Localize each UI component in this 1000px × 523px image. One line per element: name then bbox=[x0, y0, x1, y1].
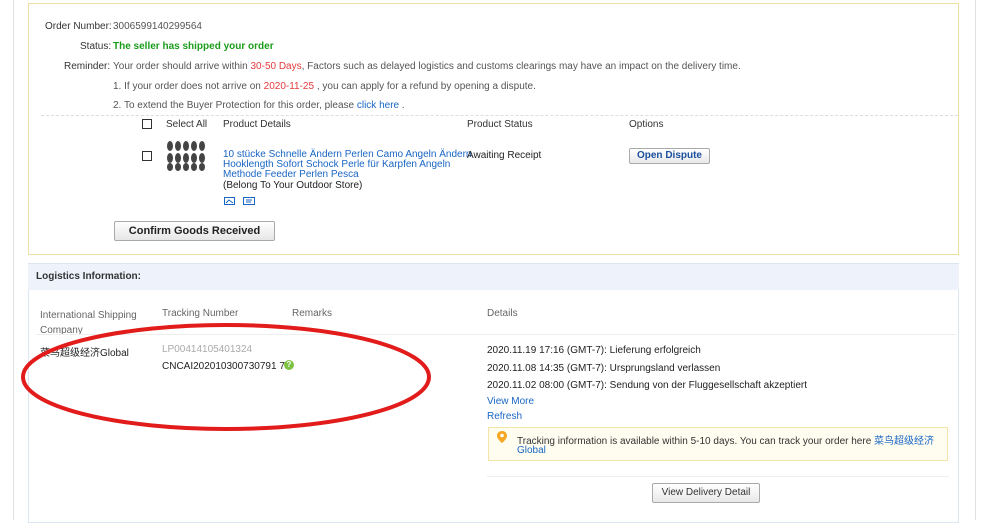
annotation-ellipse bbox=[21, 323, 431, 431]
